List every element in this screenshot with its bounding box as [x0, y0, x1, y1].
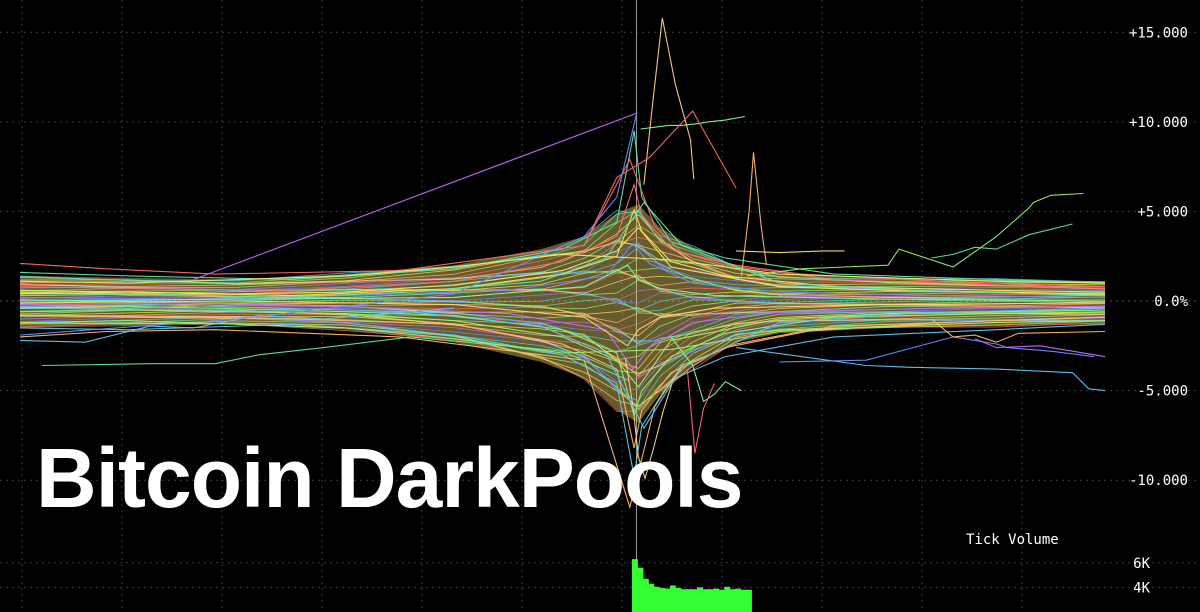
volume-bar	[664, 588, 671, 612]
chart-stage: +15.000 +10.000 +5.000 0.0% -5.000 -10.000 6K…	[0, 0, 1200, 612]
volume-bar	[637, 567, 644, 612]
volume-bar	[729, 589, 736, 612]
y-tick-label: -5.000	[1137, 384, 1188, 400]
price-series-line	[643, 17, 695, 185]
volume-panel-title: Tick Volume	[966, 532, 1059, 548]
volume-bar	[718, 589, 725, 612]
volume-bar	[691, 589, 698, 612]
volume-bar	[659, 588, 666, 612]
price-series-line	[640, 115, 745, 130]
price-series-line	[736, 347, 1106, 392]
y-tick-label: +10.000	[1129, 115, 1188, 131]
volume-bar	[648, 583, 655, 612]
volume-bar	[745, 589, 752, 612]
price-series-line	[746, 192, 1084, 277]
volume-bar	[697, 587, 703, 612]
volume-bars	[631, 559, 752, 612]
price-series-line	[740, 152, 768, 276]
volume-bar	[631, 559, 638, 612]
series-density-band	[19, 204, 1106, 423]
y-axis-tick-labels: +15.000 +10.000 +5.000 0.0% -5.000 -10.000	[1129, 25, 1189, 489]
y-tick-label: +15.000	[1129, 25, 1188, 41]
volume-tick-label: 4K	[1133, 580, 1150, 596]
volume-axis-tick-labels: 6K 4K	[1133, 556, 1150, 597]
volume-bar	[713, 588, 720, 612]
volume-bar	[707, 589, 714, 612]
price-series-line	[931, 223, 1073, 259]
volume-bar	[653, 586, 660, 612]
volume-bar	[735, 588, 741, 612]
volume-bar	[675, 588, 682, 612]
volume-bar	[702, 589, 709, 612]
volume-bar	[642, 578, 649, 612]
y-tick-label: 0.0%	[1154, 294, 1188, 310]
headline-title: Bitcoin DarkPools	[36, 431, 743, 525]
y-tick-label: -10.000	[1129, 473, 1188, 489]
price-series-line	[736, 250, 845, 254]
volume-tick-label: 6K	[1133, 556, 1150, 572]
price-series-line	[779, 336, 1095, 363]
volume-bar	[686, 589, 693, 612]
volume-bar	[740, 589, 747, 612]
volume-bar	[669, 585, 676, 612]
volume-bar	[680, 589, 687, 612]
volume-bar	[724, 586, 731, 612]
y-tick-label: +5.000	[1137, 204, 1188, 220]
